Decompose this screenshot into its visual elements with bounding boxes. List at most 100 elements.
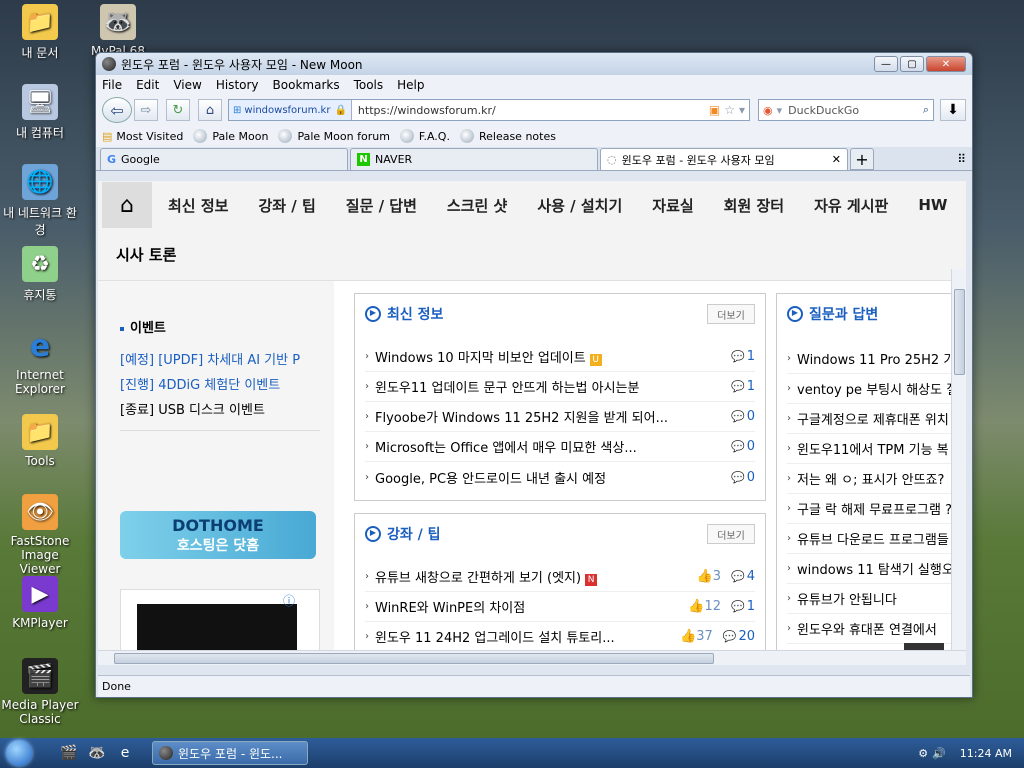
tab-list-icon[interactable]: ⠿ xyxy=(957,152,966,166)
list-item[interactable]: › Microsoft는 Office 앱에서 매우 미묘한 색상... 💬 0 xyxy=(365,432,755,462)
title-bar[interactable]: 윈도우 포럼 - 윈도우 사용자 모임 - New Moon — ▢ ✕ xyxy=(96,53,972,75)
search-engine-dropdown-icon[interactable]: ▾ xyxy=(777,104,783,117)
ie-quicklaunch-icon[interactable]: e xyxy=(114,742,136,764)
url-text[interactable]: https://windowsforum.kr/ xyxy=(352,104,709,117)
menu-bookmarks[interactable]: Bookmarks xyxy=(273,78,340,92)
menu-view[interactable]: View xyxy=(173,78,201,92)
minimize-button[interactable]: — xyxy=(874,56,898,72)
downloads-button[interactable]: ⬇ xyxy=(940,99,966,121)
volume-icon[interactable]: 🔊 xyxy=(932,747,946,760)
tab-windowsforum[interactable]: ◌ 윈도우 포럼 - 윈도우 사용자 모임 ✕ xyxy=(600,148,848,170)
event-item[interactable]: [진행] 4DDiG 체험단 이벤트 xyxy=(120,374,320,393)
desktop-icon-mypal[interactable]: 🦝 MyPal 68 xyxy=(78,4,158,58)
list-item[interactable]: › Google, PC용 안드로이드 내년 출시 예정 💬 0 xyxy=(365,462,755,492)
new-tab-button[interactable]: + xyxy=(850,148,874,170)
tab-google[interactable]: G Google xyxy=(100,148,348,170)
clock[interactable]: 11:24 AM xyxy=(960,747,1012,760)
rss-icon[interactable]: ▣ xyxy=(709,103,720,117)
start-button[interactable] xyxy=(0,738,38,768)
home-button[interactable]: ⌂ xyxy=(198,99,222,121)
event-item[interactable]: [종료] USB 디스크 이벤트 xyxy=(120,399,320,418)
nav-qa[interactable]: 질문 / 답변 xyxy=(346,195,417,216)
desktop-icon-network[interactable]: 🌐 내 네트워크 환경 xyxy=(0,164,80,238)
bookmark-faq[interactable]: F.A.Q. xyxy=(399,129,450,143)
desktop-icon-recycle-bin[interactable]: ♻ 휴지통 xyxy=(0,246,80,303)
tray-icon[interactable]: ⚙ xyxy=(918,747,928,760)
search-input[interactable]: DuckDuckGo xyxy=(788,104,923,117)
tips-title[interactable]: 강좌 / 팁 xyxy=(365,524,441,544)
nav-discussion[interactable]: 시사 토론 xyxy=(116,244,176,265)
menu-edit[interactable]: Edit xyxy=(136,78,159,92)
list-item[interactable]: › Windows 10 마지막 비보안 업데이트 U 💬 1 xyxy=(365,342,755,372)
nav-hw[interactable]: HW xyxy=(918,196,947,214)
bookmark-pale-moon[interactable]: Pale Moon xyxy=(193,129,268,143)
tab-naver[interactable]: N NAVER xyxy=(350,148,598,170)
maximize-button[interactable]: ▢ xyxy=(900,56,924,72)
list-item[interactable]: › 윈도우와 휴대폰 연결에서 xyxy=(787,614,966,644)
nav-latest[interactable]: 최신 정보 xyxy=(168,195,228,216)
list-item[interactable]: › 유튜브 새창으로 간편하게 보기 (엣지) N 👍3 💬 4 xyxy=(365,562,755,592)
back-button[interactable]: ⇦ xyxy=(102,97,132,123)
latest-title[interactable]: 최신 정보 xyxy=(365,304,443,324)
list-item[interactable]: › Windows 11 Pro 25H2 가 xyxy=(787,344,966,374)
list-item[interactable]: › 구글 락 해제 무료프로그램 ? xyxy=(787,494,966,524)
dothome-banner[interactable]: DOTHOME 호스팅은 닷홈 xyxy=(120,511,316,559)
nav-tips[interactable]: 강좌 / 팁 xyxy=(258,195,315,216)
list-item[interactable]: › 윈도우11에서 TPM 기능 복 xyxy=(787,434,966,464)
desktop-icon-my-documents[interactable]: 📁 내 문서 xyxy=(0,4,80,61)
more-button[interactable]: 더보기 xyxy=(707,304,755,324)
mypal-quicklaunch-icon[interactable]: 🦝 xyxy=(86,742,108,764)
nav-free-board[interactable]: 자유 게시판 xyxy=(814,195,888,216)
more-button[interactable]: 더보기 xyxy=(707,524,755,544)
menu-help[interactable]: Help xyxy=(397,78,424,92)
url-bar[interactable]: ⊞ windowsforum.kr 🔒 https://windowsforum… xyxy=(228,99,750,121)
menu-file[interactable]: File xyxy=(102,78,122,92)
list-item[interactable]: › 윈도우11 업데이트 문구 안뜨게 하는법 아시는분 💬 1 xyxy=(365,372,755,402)
scrollbar-thumb[interactable] xyxy=(114,653,714,664)
nav-screenshots[interactable]: 스크린 샷 xyxy=(447,195,507,216)
bookmark-release-notes[interactable]: Release notes xyxy=(459,129,556,143)
desktop-icon-faststone[interactable]: 👁 FastStone Image Viewer xyxy=(0,494,80,576)
list-item[interactable]: › 구글계정으로 제휴대폰 위치 xyxy=(787,404,966,434)
menu-tools[interactable]: Tools xyxy=(354,78,384,92)
desktop-icon-ie[interactable]: e Internet Explorer xyxy=(0,328,80,397)
desktop-icon-my-computer[interactable]: 🖥 내 컴퓨터 xyxy=(0,84,80,141)
close-button[interactable]: ✕ xyxy=(926,56,966,72)
vertical-scrollbar[interactable] xyxy=(951,269,966,651)
taskbar-window-button[interactable]: 윈도우 포럼 - 윈도... xyxy=(152,741,308,765)
event-item[interactable]: [예정] [UPDF] 차세대 AI 기반 P xyxy=(120,349,320,368)
list-item[interactable]: › 저는 왜 ㅇ; 표시가 안뜨죠? xyxy=(787,464,966,494)
list-item[interactable]: › windows 11 탐색기 실행오 xyxy=(787,554,966,584)
horizontal-scrollbar[interactable] xyxy=(98,650,966,665)
list-item[interactable]: › 윈도우 11 24H2 업그레이드 설치 튜토리... 👍37 💬 20 xyxy=(365,622,755,652)
bookmark-pale-moon-forum[interactable]: Pale Moon forum xyxy=(278,129,390,143)
url-dropdown-icon[interactable]: ▾ xyxy=(739,103,745,117)
desktop-icon-tools[interactable]: 📁 Tools xyxy=(0,414,80,468)
list-item[interactable]: › Flyoobe가 Windows 11 25H2 지원을 받게 되어... 💬 0 xyxy=(365,402,755,432)
comment-icon: 💬 xyxy=(731,350,745,363)
nav-downloads[interactable]: 자료실 xyxy=(652,195,693,216)
site-identity-button[interactable]: ⊞ windowsforum.kr 🔒 xyxy=(229,100,352,120)
tab-close-icon[interactable]: ✕ xyxy=(832,153,841,166)
search-icon[interactable]: ⌕ xyxy=(923,103,929,117)
list-item[interactable]: › ventoy pe 부팅시 해상도 질 xyxy=(787,374,966,404)
bookmark-most-visited[interactable]: ▤ Most Visited xyxy=(102,130,183,143)
search-bar[interactable]: ◉ ▾ DuckDuckGo ⌕ xyxy=(758,99,934,121)
bookmark-star-icon[interactable]: ☆ xyxy=(724,103,735,117)
forward-button[interactable]: ⇨ xyxy=(134,99,158,121)
nav-usage[interactable]: 사용 / 설치기 xyxy=(537,195,622,216)
list-item[interactable]: › 유튜브 다운로드 프로그램들 xyxy=(787,524,966,554)
menu-history[interactable]: History xyxy=(216,78,259,92)
desktop-icon-mpc[interactable]: 🎬 Media Player Classic xyxy=(0,658,80,726)
nav-market[interactable]: 회원 장터 xyxy=(724,195,784,216)
list-item[interactable]: › WinRE와 WinPE의 차이점 👍12 💬 1 xyxy=(365,592,755,622)
mpc-quicklaunch-icon[interactable]: 🎬 xyxy=(58,742,80,764)
reload-button[interactable]: ↻ xyxy=(166,99,190,121)
ad-info-icon[interactable]: ⓘ xyxy=(283,592,295,609)
site-home-button[interactable]: ⌂ xyxy=(102,182,152,228)
qa-panel: 질문과 답변 › Windows 11 Pro 25H2 가 › ventoy pe… xyxy=(776,293,966,665)
desktop-icon-kmplayer[interactable]: ▶ KMPlayer xyxy=(0,576,80,630)
list-item[interactable]: › 유튜브가 안됩니다 xyxy=(787,584,966,614)
qa-title[interactable]: 질문과 답변 xyxy=(787,304,878,324)
scrollbar-thumb[interactable] xyxy=(954,289,965,375)
